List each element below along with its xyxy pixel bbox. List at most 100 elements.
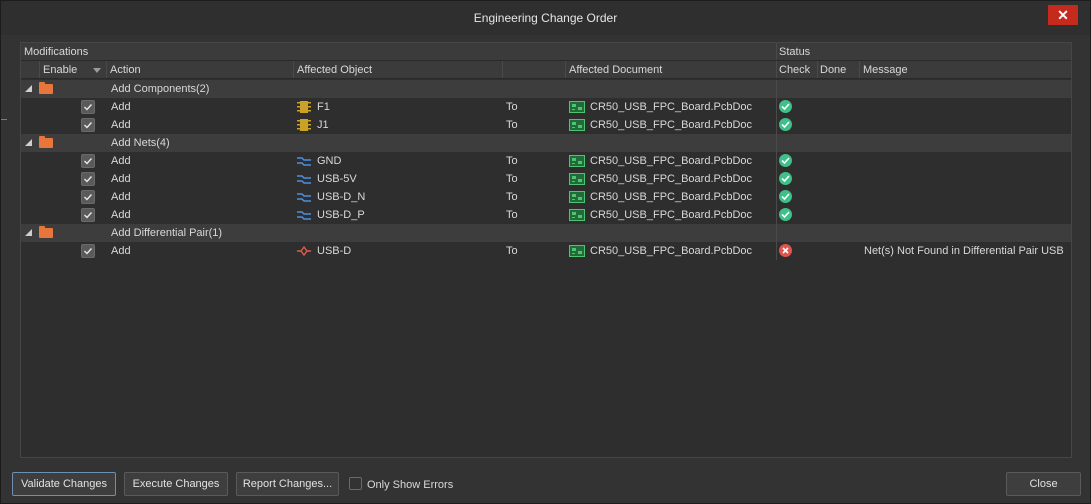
enable-checkbox[interactable] [81, 244, 95, 258]
net-icon [296, 209, 312, 221]
validate-changes-button[interactable]: Validate Changes [12, 472, 116, 496]
divider [776, 224, 777, 242]
folder-icon [39, 226, 53, 238]
divider [817, 61, 818, 78]
column-header-affected-object[interactable]: Affected Object [297, 64, 372, 76]
affected-document-cell: CR50_USB_FPC_Board.PcbDoc [590, 155, 753, 167]
group-label: Add Components(2) [111, 83, 210, 95]
action-cell: Add [111, 245, 131, 257]
pcb-document-icon [569, 155, 585, 167]
affected-object-cell: USB-D_N [317, 191, 366, 203]
eco-dialog: Engineering Change Order ✕ Modifications… [0, 0, 1091, 504]
sort-arrow-icon[interactable] [93, 68, 101, 73]
column-header-enable[interactable]: Enable [43, 64, 77, 76]
net-icon [296, 155, 312, 167]
component-icon [296, 101, 312, 113]
column-header-check[interactable]: Check [779, 64, 810, 76]
action-cell: Add [111, 173, 131, 185]
affected-object-cell: GND [317, 155, 342, 167]
divider [1, 119, 7, 120]
divider [776, 80, 777, 98]
affected-document-cell: CR50_USB_FPC_Board.PcbDoc [590, 173, 753, 185]
divider [776, 116, 777, 134]
table-row[interactable]: Add J1 To CR50_USB_FPC_Board.PcbDoc [21, 116, 1071, 134]
check-ok-icon [779, 118, 792, 131]
to-cell: To [506, 209, 518, 221]
action-cell: Add [111, 191, 131, 203]
close-button[interactable]: Close [1006, 472, 1081, 496]
execute-changes-button[interactable]: Execute Changes [124, 472, 228, 496]
component-icon [296, 119, 312, 131]
affected-document-cell: CR50_USB_FPC_Board.PcbDoc [590, 101, 753, 113]
to-cell: To [506, 101, 518, 113]
divider [293, 61, 294, 78]
affected-object-cell: J1 [317, 119, 329, 131]
enable-checkbox[interactable] [81, 100, 95, 114]
action-cell: Add [111, 155, 131, 167]
to-cell: To [506, 155, 518, 167]
divider [776, 152, 777, 170]
affected-object-cell: USB-D [317, 245, 352, 257]
group-row[interactable]: Add Nets(4) [21, 134, 1071, 152]
column-header-message[interactable]: Message [863, 64, 908, 76]
column-header-action[interactable]: Action [110, 64, 141, 76]
table-row[interactable]: Add GND To CR50_USB_FPC_Board.PcbDoc [21, 152, 1071, 170]
only-show-errors-checkbox[interactable] [349, 477, 362, 490]
table-row[interactable]: Add USB-5V To CR50_USB_FPC_Board.PcbDoc [21, 170, 1071, 188]
divider [776, 188, 777, 206]
enable-checkbox[interactable] [81, 154, 95, 168]
collapse-arrow-icon[interactable] [25, 85, 32, 92]
group-row[interactable]: Add Differential Pair(1) [21, 224, 1071, 242]
check-ok-icon [779, 100, 792, 113]
header-group-row: Modifications Status [21, 43, 1071, 61]
divider [776, 61, 777, 78]
column-header-affected-document[interactable]: Affected Document [569, 64, 662, 76]
collapse-arrow-icon[interactable] [25, 229, 32, 236]
message-cell: Net(s) Not Found in Differential Pair US… [864, 245, 1064, 257]
divider [776, 242, 777, 260]
affected-document-cell: CR50_USB_FPC_Board.PcbDoc [590, 191, 753, 203]
action-cell: Add [111, 101, 131, 113]
pcb-document-icon [569, 245, 585, 257]
group-row[interactable]: Add Components(2) [21, 80, 1071, 98]
to-cell: To [506, 173, 518, 185]
net-icon [296, 173, 312, 185]
enable-checkbox[interactable] [81, 172, 95, 186]
check-ok-icon [779, 190, 792, 203]
table-row[interactable]: Add USB-D_N To CR50_USB_FPC_Board.PcbDoc [21, 188, 1071, 206]
divider [776, 170, 777, 188]
affected-object-cell: F1 [317, 101, 330, 113]
check-ok-icon [779, 208, 792, 221]
pcb-document-icon [569, 173, 585, 185]
table-row[interactable]: Add USB-D_P To CR50_USB_FPC_Board.PcbDoc [21, 206, 1071, 224]
enable-checkbox[interactable] [81, 190, 95, 204]
column-header-row: Enable Action Affected Object Affected D… [21, 61, 1071, 79]
pcb-document-icon [569, 191, 585, 203]
changes-grid: Modifications Status Enable Action Affec… [20, 42, 1072, 458]
divider [565, 61, 566, 78]
table-row[interactable]: Add F1 To CR50_USB_FPC_Board.PcbDoc [21, 98, 1071, 116]
check-error-icon [779, 244, 792, 257]
only-show-errors-label: Only Show Errors [367, 479, 454, 491]
action-cell: Add [111, 209, 131, 221]
action-cell: Add [111, 119, 131, 131]
affected-object-cell: USB-D_P [317, 209, 365, 221]
report-changes-button[interactable]: Report Changes... [236, 472, 339, 496]
column-header-done[interactable]: Done [820, 64, 846, 76]
enable-checkbox[interactable] [81, 118, 95, 132]
to-cell: To [506, 245, 518, 257]
divider [776, 134, 777, 152]
divider [776, 206, 777, 224]
check-ok-icon [779, 172, 792, 185]
close-window-button[interactable]: ✕ [1048, 5, 1078, 25]
collapse-arrow-icon[interactable] [25, 139, 32, 146]
affected-document-cell: CR50_USB_FPC_Board.PcbDoc [590, 209, 753, 221]
enable-checkbox[interactable] [81, 208, 95, 222]
affected-document-cell: CR50_USB_FPC_Board.PcbDoc [590, 245, 753, 257]
diff-pair-icon [296, 245, 312, 257]
divider [776, 43, 777, 60]
net-icon [296, 191, 312, 203]
table-row[interactable]: Add USB-D To CR50_USB_FPC_Board.PcbDoc Net(s… [21, 242, 1071, 260]
to-cell: To [506, 191, 518, 203]
header-group-status: Status [779, 46, 811, 58]
